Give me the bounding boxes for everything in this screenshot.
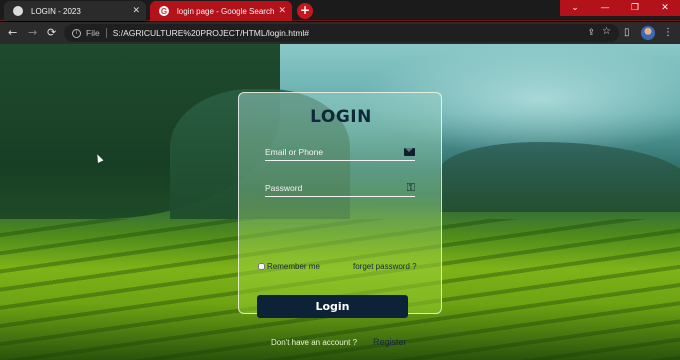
forest-right — [440, 142, 680, 212]
signup-prompt: Don't have an account ? — [271, 338, 358, 347]
tab-title: LOGIN - 2023 — [31, 6, 81, 16]
tab-google-search[interactable]: G login page - Google Search ✕ — [150, 1, 292, 21]
tab-title: login page - Google Search — [177, 6, 275, 16]
tab-search-button[interactable]: ⌄ — [560, 0, 590, 16]
register-link[interactable]: Register — [373, 337, 407, 347]
remember-checkbox[interactable] — [258, 263, 265, 270]
maximize-button[interactable]: ❐ — [620, 0, 650, 16]
browser-toolbar: ← → ⟳ i File S:/AGRICULTURE%20PROJECT/HT… — [0, 22, 680, 44]
address-divider — [105, 28, 107, 38]
google-icon: G — [159, 6, 169, 16]
close-icon[interactable]: ✕ — [132, 5, 140, 16]
close-icon[interactable]: ✕ — [278, 5, 286, 16]
key-icon: ⚿ — [406, 181, 415, 194]
menu-icon[interactable]: ⋮ — [663, 27, 673, 38]
close-window-button[interactable]: ✕ — [650, 0, 680, 16]
sidebar-icon[interactable]: ▯ — [624, 27, 630, 38]
address-bar[interactable]: i File S:/AGRICULTURE%20PROJECT/HTML/log… — [64, 24, 619, 42]
reload-icon[interactable]: ⟳ — [47, 26, 56, 39]
forgot-password-link[interactable]: forget password ? — [353, 262, 417, 271]
url-text[interactable]: S:/AGRICULTURE%20PROJECT/HTML/login.html… — [113, 28, 309, 38]
email-field-wrapper — [265, 145, 415, 161]
scheme-label: File — [86, 28, 100, 38]
email-field[interactable] — [265, 145, 395, 159]
login-card: LOGIN ⚿ Remember me forget password ? Lo… — [238, 92, 442, 347]
window-controls: ⌄ — ❐ ✕ — [560, 0, 680, 16]
minimize-button[interactable]: — — [590, 0, 620, 16]
new-tab-button[interactable]: + — [297, 3, 313, 19]
page-background: LOGIN ⚿ Remember me forget password ? Lo… — [0, 44, 680, 360]
back-icon[interactable]: ← — [8, 26, 17, 39]
tab-strip: LOGIN - 2023 ✕ G login page - Google Sea… — [0, 0, 680, 21]
password-field[interactable] — [265, 181, 395, 195]
remember-me[interactable]: Remember me — [258, 262, 320, 271]
tab-login-2023[interactable]: LOGIN - 2023 ✕ — [4, 1, 146, 21]
mail-icon — [404, 148, 415, 156]
remember-label: Remember me — [267, 262, 320, 271]
globe-icon — [13, 6, 23, 16]
login-title: LOGIN — [310, 107, 372, 127]
forward-icon[interactable]: → — [28, 26, 37, 39]
info-icon[interactable]: i — [72, 28, 81, 38]
share-icon[interactable]: ⇪ — [587, 27, 595, 38]
login-button[interactable]: Login — [257, 295, 408, 318]
star-icon[interactable]: ☆ — [602, 26, 611, 37]
password-field-wrapper: ⚿ — [265, 181, 415, 197]
avatar[interactable] — [641, 26, 655, 40]
